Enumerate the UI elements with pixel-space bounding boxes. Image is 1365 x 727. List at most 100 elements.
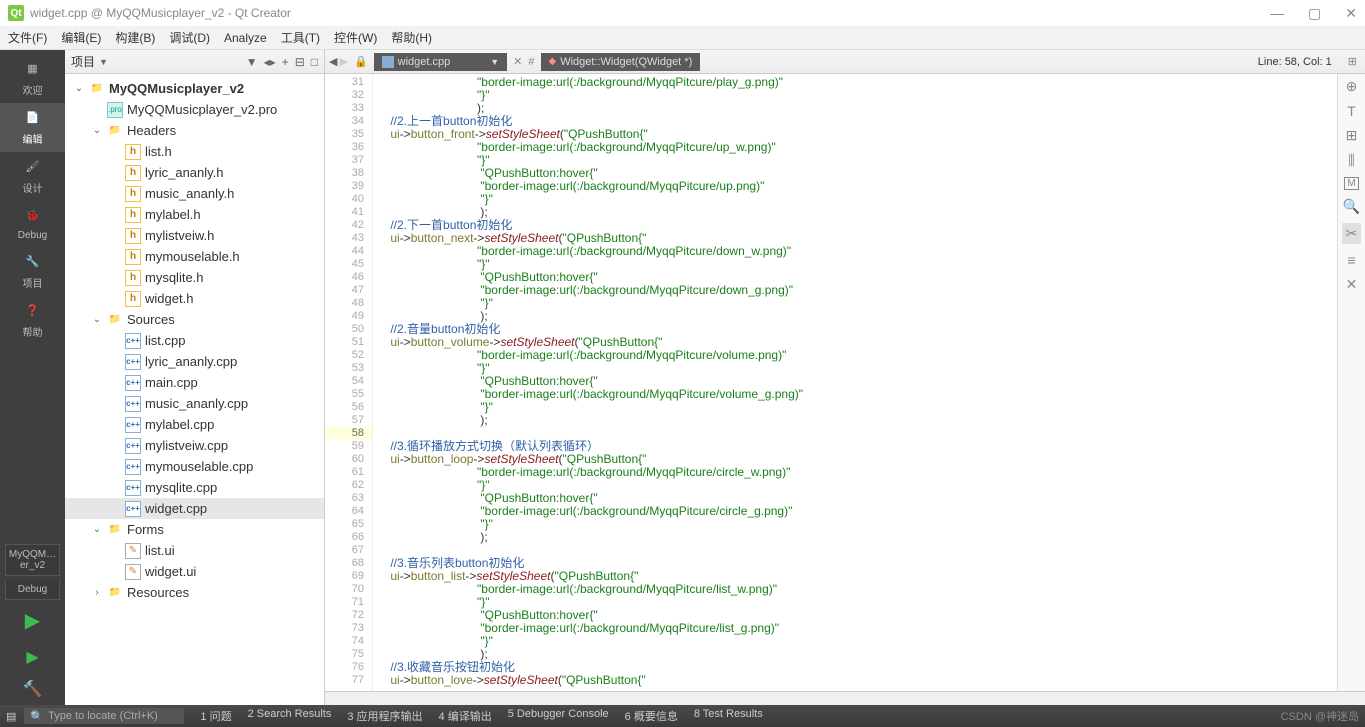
build-config[interactable]: Debug	[5, 580, 60, 600]
folder-icon: 📁	[107, 312, 123, 328]
zoom-icon[interactable]: 🔍	[1343, 198, 1360, 215]
output-tab[interactable]: 8 Test Results	[686, 708, 771, 724]
filter-icon[interactable]: ▼	[246, 55, 258, 69]
grid-icon[interactable]: ⊞	[1346, 127, 1358, 144]
project-header: 项目 ▼ ▼ ◂▸ + ⊟ □	[65, 50, 324, 74]
close-button[interactable]: ✕	[1345, 5, 1357, 22]
menu-item[interactable]: 帮助(H)	[391, 29, 432, 46]
tree-item[interactable]: hmylabel.h	[65, 204, 324, 225]
mode-Debug[interactable]: 🐞Debug	[0, 201, 65, 247]
bug-icon: 🐞	[23, 209, 43, 227]
expand-icon[interactable]: ⌄	[91, 125, 103, 136]
menu-item[interactable]: 编辑(E)	[61, 29, 101, 46]
output-tab[interactable]: 1 问题	[192, 708, 239, 724]
cpp-icon: c++	[125, 459, 141, 475]
tree-item[interactable]: c++music_ananly.cpp	[65, 393, 324, 414]
tree-item[interactable]: ›📁Resources	[65, 582, 324, 603]
locator-input[interactable]: 🔍 Type to locate (Ctrl+K)	[24, 708, 184, 724]
wrench-icon: 🔧	[23, 255, 43, 273]
cursor-position: Line: 58, Col: 1	[1252, 56, 1338, 68]
help-icon: ❓	[23, 304, 43, 322]
expand-icon[interactable]: ⌄	[91, 314, 103, 325]
grid-icon: ▦	[23, 62, 43, 80]
text-icon[interactable]: T	[1347, 103, 1356, 119]
tree-item[interactable]: hmylistveiw.h	[65, 225, 324, 246]
mode-项目[interactable]: 🔧项目	[0, 247, 65, 296]
mode-欢迎[interactable]: ▦欢迎	[0, 54, 65, 103]
output-tab[interactable]: 3 应用程序输出	[339, 708, 430, 724]
tree-item[interactable]: hmusic_ananly.h	[65, 183, 324, 204]
tree-item[interactable]: ⌄📁MyQQMusicplayer_v2	[65, 78, 324, 99]
output-tab[interactable]: 4 编译输出	[431, 708, 500, 724]
tree-item[interactable]: c++mylistveiw.cpp	[65, 435, 324, 456]
title-bar: Qt widget.cpp @ MyQQMusicplayer_v2 - Qt …	[0, 0, 1365, 26]
split-icon[interactable]: ⊟	[295, 55, 305, 69]
add-icon[interactable]: +	[282, 55, 289, 69]
menu-bar: 文件(F) 编辑(E) 构建(B) 调试(D) Analyze 工具(T) 控件(W) 帮助(…	[0, 26, 1365, 50]
expand-icon[interactable]: ⌄	[73, 83, 85, 94]
toggle-sidebar-icon[interactable]: ▤	[6, 710, 16, 723]
horizontal-scrollbar[interactable]	[325, 691, 1365, 705]
close-pane-icon[interactable]: □	[311, 55, 318, 69]
forward-icon[interactable]: ▶	[339, 55, 347, 68]
tree-item[interactable]: ⌄📁Headers	[65, 120, 324, 141]
bars-icon[interactable]: ⫼	[1348, 152, 1354, 169]
menu-item[interactable]: 控件(W)	[334, 29, 377, 46]
menu-item[interactable]: 调试(D)	[169, 29, 210, 46]
h-icon: h	[125, 291, 141, 307]
list-icon[interactable]: ≡	[1347, 252, 1355, 268]
tree-item[interactable]: c++mylabel.cpp	[65, 414, 324, 435]
tree-item[interactable]: hlist.h	[65, 141, 324, 162]
tree-item[interactable]: c++lyric_ananly.cpp	[65, 351, 324, 372]
sync-icon[interactable]: ◂▸	[264, 55, 276, 69]
mode-设计[interactable]: 🖌设计	[0, 152, 65, 201]
output-tab[interactable]: 2 Search Results	[240, 708, 340, 724]
x-icon[interactable]: ✕	[1346, 276, 1358, 293]
tree-item[interactable]: .proMyQQMusicplayer_v2.pro	[65, 99, 324, 120]
run-button[interactable]: ▶	[17, 600, 48, 641]
editor-toolbar: ◀ ▶ 🔒 widget.cpp ▼ ✕ # ◆ Widget::Widget(…	[325, 50, 1365, 74]
build-button[interactable]: 🔨	[17, 673, 49, 705]
split-icon[interactable]: ⊞	[1344, 55, 1361, 68]
tree-item[interactable]: hmysqlite.h	[65, 267, 324, 288]
minimize-button[interactable]: —	[1270, 5, 1284, 22]
h-icon: h	[125, 270, 141, 286]
expand-icon[interactable]: ⌄	[91, 524, 103, 535]
tree-item[interactable]: ⌄📁Forms	[65, 519, 324, 540]
tree-item[interactable]: c++mysqlite.cpp	[65, 477, 324, 498]
back-icon[interactable]: ◀	[329, 55, 337, 68]
debug-button[interactable]: ▶	[20, 641, 44, 673]
tree-item[interactable]: ✎list.ui	[65, 540, 324, 561]
code-editor[interactable]: "border-image:url(:/background/MyqqPitcu…	[373, 74, 1337, 691]
menu-item[interactable]: Analyze	[224, 31, 267, 45]
tree-item[interactable]: c++mymouselable.cpp	[65, 456, 324, 477]
tree-item[interactable]: c++widget.cpp	[65, 498, 324, 519]
window-title: widget.cpp @ MyQQMusicplayer_v2 - Qt Cre…	[30, 6, 291, 20]
tree-item[interactable]: ✎widget.ui	[65, 561, 324, 582]
file-selector[interactable]: widget.cpp ▼	[374, 53, 508, 71]
maximize-button[interactable]: ▢	[1308, 5, 1321, 22]
tree-item[interactable]: c++main.cpp	[65, 372, 324, 393]
menu-item[interactable]: 文件(F)	[8, 29, 47, 46]
tree-item[interactable]: hwidget.h	[65, 288, 324, 309]
symbol-selector[interactable]: ◆ Widget::Widget(QWidget *)	[541, 53, 701, 71]
m-icon[interactable]: M	[1344, 177, 1358, 190]
menu-item[interactable]: 工具(T)	[281, 29, 320, 46]
tree-item[interactable]: hlyric_ananly.h	[65, 162, 324, 183]
output-tab[interactable]: 5 Debugger Console	[500, 708, 617, 724]
mode-编辑[interactable]: 📄编辑	[0, 103, 65, 152]
cut-icon[interactable]: ✂	[1342, 223, 1362, 244]
mode-帮助[interactable]: ❓帮助	[0, 296, 65, 345]
output-tab[interactable]: 6 概要信息	[617, 708, 686, 724]
target-icon[interactable]: ⊕	[1346, 78, 1358, 95]
doc-icon: 📄	[23, 111, 43, 129]
project-tree[interactable]: ⌄📁MyQQMusicplayer_v2.proMyQQMusicplayer_…	[65, 74, 324, 705]
menu-item[interactable]: 构建(B)	[115, 29, 155, 46]
tree-item[interactable]: c++list.cpp	[65, 330, 324, 351]
expand-icon[interactable]: ›	[91, 587, 103, 598]
tree-item[interactable]: hmymouselable.h	[65, 246, 324, 267]
folder-icon: 📁	[107, 585, 123, 601]
lock-icon[interactable]: 🔒	[354, 55, 368, 68]
tree-item[interactable]: ⌄📁Sources	[65, 309, 324, 330]
kit-selector[interactable]: MyQQM…er_v2	[5, 544, 60, 576]
